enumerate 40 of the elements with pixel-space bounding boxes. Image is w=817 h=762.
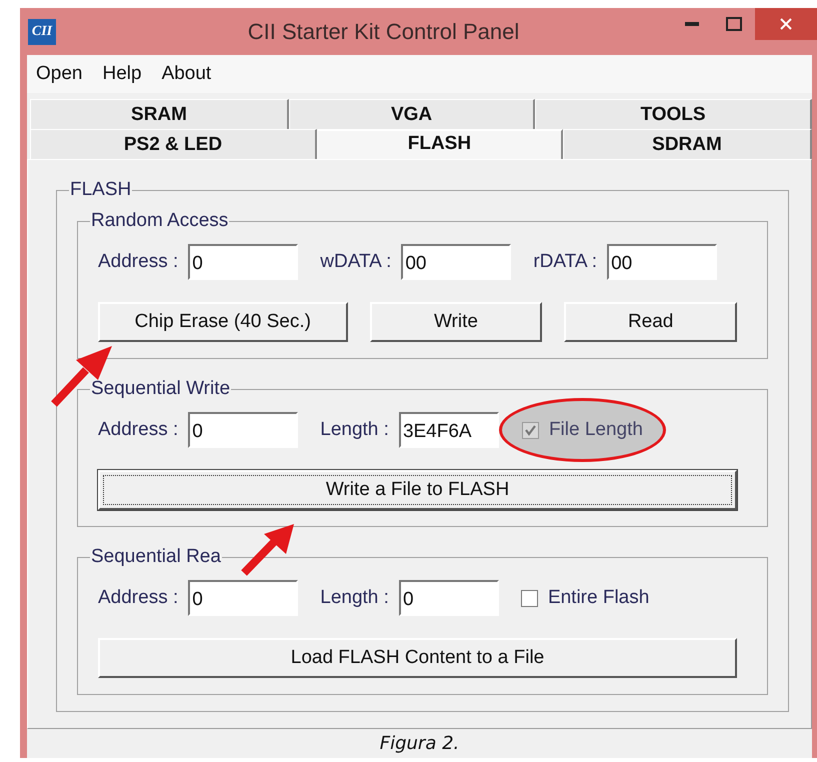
group-title: Sequential Rea <box>90 546 222 568</box>
input-field[interactable]: 0 <box>188 244 298 280</box>
input-field[interactable]: 0 <box>188 580 298 616</box>
tab[interactable]: PS2 & LED <box>30 129 317 159</box>
input-field[interactable]: 00 <box>401 244 512 280</box>
action-button[interactable]: Load FLASH Content to a File <box>98 638 737 678</box>
tab[interactable]: SRAM <box>30 99 289 129</box>
menu-item[interactable]: Help <box>102 63 142 85</box>
field-label: Address : <box>98 587 178 609</box>
field-label: Length : <box>320 587 389 609</box>
field-label: rDATA : <box>533 251 598 273</box>
input-field[interactable]: 0 <box>398 580 499 616</box>
close-button[interactable] <box>755 8 817 40</box>
field-label: Address : <box>98 419 178 441</box>
tab[interactable]: SDRAM <box>562 129 812 159</box>
menu-item[interactable]: Open <box>36 63 82 85</box>
action-button[interactable]: Write <box>370 302 542 342</box>
annotation-arrow <box>240 522 296 576</box>
close-icon <box>779 17 793 31</box>
action-button[interactable]: Write a File to FLASH <box>98 470 737 510</box>
field-label: wDATA : <box>320 251 392 273</box>
input-field[interactable]: 3E4F6A <box>398 412 499 448</box>
tab[interactable]: FLASH <box>316 129 563 159</box>
field-label: Address : <box>98 251 178 273</box>
tab[interactable]: TOOLS <box>535 99 812 129</box>
app-logo: CII <box>28 18 56 44</box>
checkbox-label: File Length <box>548 419 643 441</box>
field-label: Length : <box>320 419 389 441</box>
window-title: CII Starter Kit Control Panel <box>246 18 520 44</box>
menu-item[interactable]: About <box>162 63 212 85</box>
input-field[interactable]: 00 <box>607 244 718 280</box>
tab[interactable]: VGA <box>289 99 536 129</box>
group-title: Sequential Write <box>90 378 232 400</box>
checkbox[interactable] <box>520 590 538 606</box>
action-button[interactable]: Chip Erase (40 Sec.) <box>98 302 348 342</box>
checkbox-label: Entire Flash <box>548 587 650 609</box>
minimize-icon <box>685 22 699 26</box>
action-button[interactable]: Read <box>564 302 738 342</box>
input-field[interactable]: 0 <box>188 412 298 448</box>
maximize-icon <box>726 17 742 31</box>
